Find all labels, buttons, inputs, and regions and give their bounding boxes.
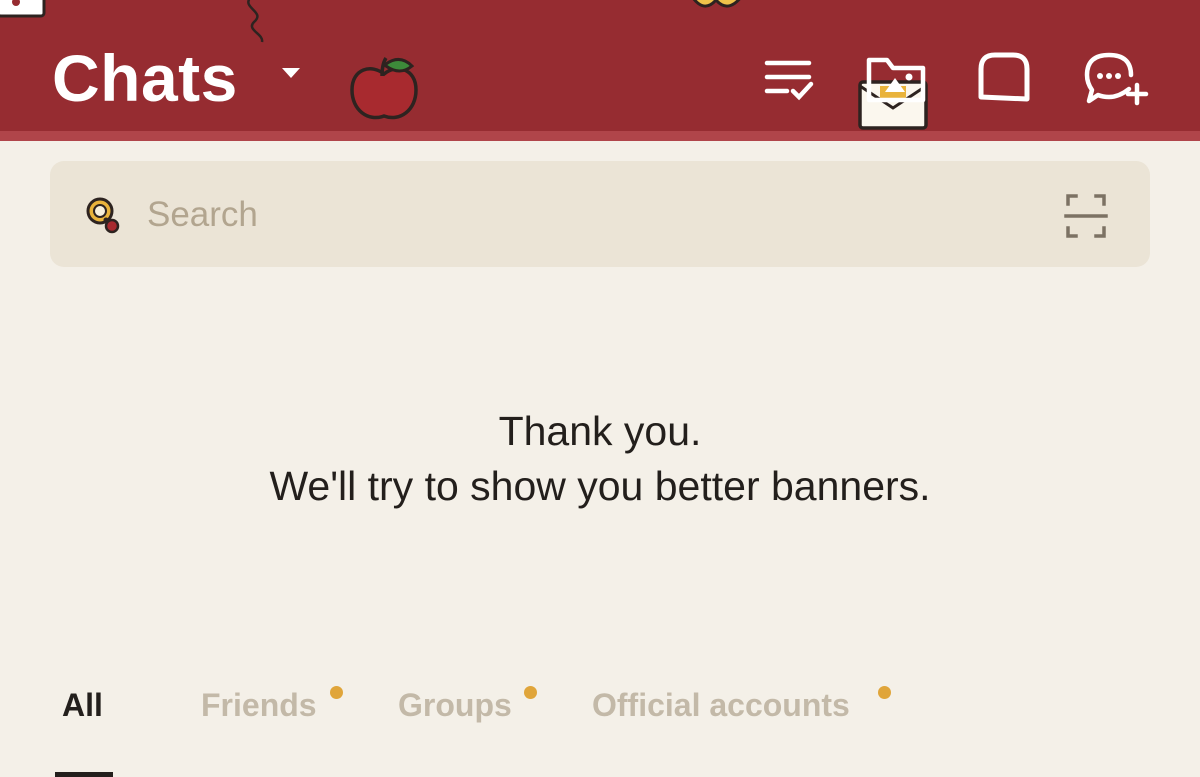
app-header: Chats — [0, 0, 1200, 131]
rounded-square-icon — [978, 52, 1030, 102]
caret-down-icon[interactable] — [280, 66, 302, 80]
message-line-1: Thank you. — [498, 408, 702, 454]
scan-icon[interactable] — [1058, 188, 1114, 244]
tab-all[interactable]: All — [62, 684, 103, 726]
search-magnifier-icon — [86, 197, 120, 234]
message-line-2: We'll try to show you better banners. — [269, 463, 931, 509]
envelope-decoration-icon — [0, 0, 46, 18]
tab-active-indicator — [55, 772, 113, 777]
tab-groups-label: Groups — [398, 687, 512, 723]
tab-official-accounts[interactable]: Official accounts — [592, 684, 850, 726]
edit-list-button[interactable] — [752, 42, 824, 114]
list-check-icon — [764, 60, 814, 101]
bow-decoration-icon — [692, 0, 741, 8]
page-title[interactable]: Chats — [52, 40, 238, 116]
new-chat-button[interactable] — [1080, 42, 1152, 114]
string-decoration-icon — [247, 0, 264, 43]
tab-groups-badge — [524, 686, 537, 699]
tab-groups[interactable]: Groups — [398, 684, 512, 726]
tab-friends[interactable]: Friends — [201, 684, 317, 726]
banner-feedback-message: Thank you. We'll try to show you better … — [0, 404, 1200, 514]
tab-friends-badge — [330, 686, 343, 699]
apple-decoration-icon — [350, 57, 418, 120]
tab-all-label: All — [62, 687, 103, 723]
search-input[interactable] — [147, 194, 1027, 236]
chat-bubble-plus-icon — [1084, 52, 1149, 106]
square-chat-button[interactable] — [968, 42, 1040, 114]
folder-image-icon — [866, 57, 926, 103]
tab-friends-label: Friends — [201, 687, 317, 723]
tab-official-accounts-label: Official accounts — [592, 687, 850, 723]
tab-official-accounts-badge — [878, 686, 891, 699]
header-divider — [0, 131, 1200, 141]
albums-button[interactable] — [860, 42, 932, 114]
